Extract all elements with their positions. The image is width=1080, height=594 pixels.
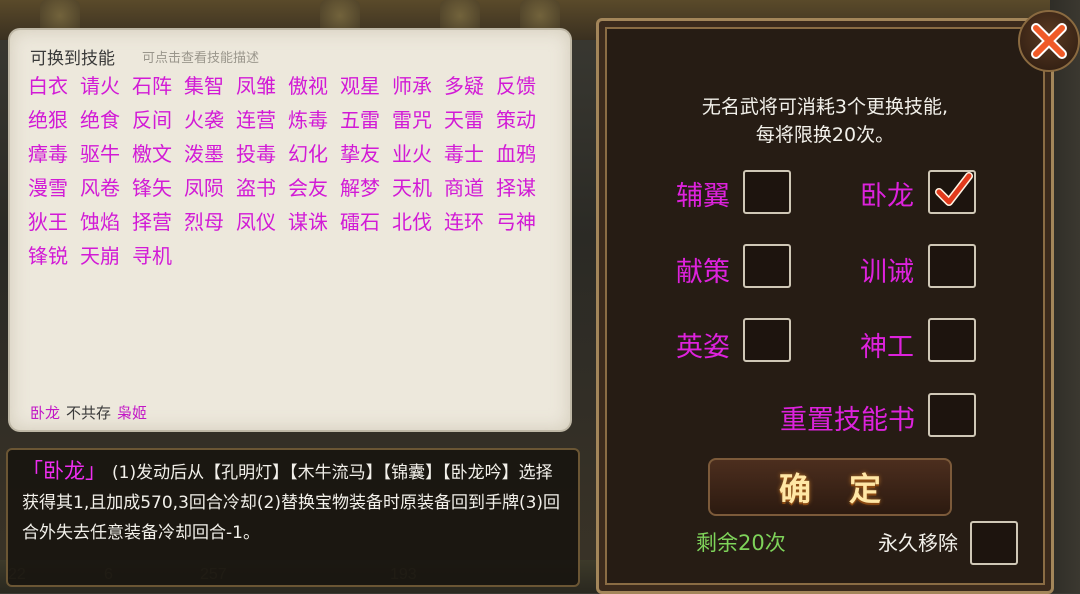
skill-item[interactable]: 绝狠 — [28, 106, 80, 134]
skill-item[interactable]: 挚友 — [340, 140, 392, 168]
option-label-yingzi[interactable]: 英姿 — [676, 325, 730, 364]
skill-item[interactable]: 业火 — [392, 140, 444, 168]
skill-item[interactable]: 请火 — [80, 72, 132, 100]
skill-item[interactable]: 策动 — [496, 106, 548, 134]
skill-item[interactable]: 投毒 — [236, 140, 288, 168]
skill-item[interactable]: 幻化 — [288, 140, 340, 168]
option-checkbox-reset-skillbook[interactable] — [928, 393, 976, 437]
skill-description: 「卧龙」 (1)发动后从【孔明灯】【木牛流马】【锦囊】【卧龙吟】选择获得其1,且加… — [22, 456, 566, 548]
skill-item[interactable]: 瘴毒 — [28, 140, 80, 168]
skill-item[interactable]: 烈母 — [184, 208, 236, 236]
skill-item[interactable]: 天机 — [392, 174, 444, 202]
conflict-relation: 不共存 — [66, 404, 112, 422]
skill-item[interactable]: 师承 — [392, 72, 444, 100]
skill-item[interactable]: 漫雪 — [28, 174, 80, 202]
option-label-wolong[interactable]: 卧龙 — [860, 174, 914, 213]
skill-item[interactable]: 雷咒 — [392, 106, 444, 134]
option-checkbox-xiance[interactable] — [743, 244, 791, 288]
skill-item[interactable]: 风卷 — [80, 174, 132, 202]
skill-list-panel: 可换到技能 可点击查看技能描述 白衣 请火 石阵 集智 凤雏 傲视 观星 师承 多疑 反馈绝狠 绝食… — [10, 30, 570, 430]
skill-item[interactable]: 谋诛 — [288, 208, 340, 236]
skill-item[interactable]: 锋锐 — [28, 242, 80, 270]
skill-item[interactable]: 连环 — [444, 208, 496, 236]
skill-item[interactable]: 择营 — [132, 208, 184, 236]
skill-item[interactable]: 泼墨 — [184, 140, 236, 168]
exchange-info-line2: 每将限换20次。 — [755, 124, 895, 146]
skill-description-panel: 「卧龙」 (1)发动后从【孔明灯】【木牛流马】【锦囊】【卧龙吟】选择获得其1,且加… — [6, 448, 580, 587]
skill-item[interactable]: 寻机 — [132, 242, 184, 270]
skill-item[interactable]: 反间 — [132, 106, 184, 134]
option-checkbox-fuyi[interactable] — [743, 170, 791, 214]
skill-item[interactable]: 择谋 — [496, 174, 548, 202]
skill-item[interactable]: 炼毒 — [288, 106, 340, 134]
conflict-skill-b: 枭姬 — [117, 404, 148, 422]
option-label-shengong[interactable]: 神工 — [860, 325, 914, 364]
skill-item[interactable]: 檄文 — [132, 140, 184, 168]
option-checkbox-shengong[interactable] — [928, 318, 976, 362]
skill-grid: 白衣 请火 石阵 集智 凤雏 傲视 观星 师承 多疑 反馈绝狠 绝食 反间 火袭 连营 炼毒 五雷 雷咒 天雷 策动… — [28, 72, 568, 270]
skill-item[interactable]: 观星 — [340, 72, 392, 100]
option-label-xunjie[interactable]: 训诫 — [860, 250, 914, 289]
skill-item[interactable]: 凤仪 — [236, 208, 288, 236]
remaining-count: 剩余20次 — [696, 531, 786, 555]
panel-title: 可换到技能 — [30, 49, 115, 69]
option-label-xiance[interactable]: 献策 — [676, 250, 730, 289]
skill-item[interactable]: 解梦 — [340, 174, 392, 202]
option-checkbox-xunjie[interactable] — [928, 244, 976, 288]
skill-item[interactable]: 集智 — [184, 72, 236, 100]
check-icon — [935, 172, 973, 206]
confirm-button-label: 确定 — [778, 470, 919, 508]
skill-item[interactable]: 蚀焰 — [80, 208, 132, 236]
skill-item[interactable]: 凤雏 — [236, 72, 288, 100]
skill-item[interactable]: 连营 — [236, 106, 288, 134]
skill-item[interactable]: 北伐 — [392, 208, 444, 236]
skill-item[interactable]: 多疑 — [444, 72, 496, 100]
skill-item[interactable]: 五雷 — [340, 106, 392, 134]
skill-item[interactable]: 毒士 — [444, 140, 496, 168]
background-right-edge — [1050, 0, 1080, 593]
option-checkbox-yingzi[interactable] — [743, 318, 791, 362]
option-label-reset-skillbook[interactable]: 重置技能书 — [780, 398, 915, 437]
skill-item[interactable]: 锋矢 — [132, 174, 184, 202]
skill-item[interactable]: 会友 — [288, 174, 340, 202]
skill-item[interactable]: 狄王 — [28, 208, 80, 236]
skill-item[interactable]: 白衣 — [28, 72, 80, 100]
skill-conflict-note: 卧龙 不共存 枭姬 — [30, 402, 147, 423]
close-button[interactable] — [1018, 10, 1080, 72]
permanent-remove-checkbox[interactable] — [970, 521, 1018, 565]
skill-item[interactable]: 商道 — [444, 174, 496, 202]
exchange-info-line1: 无名武将可消耗3个更换技能, — [701, 96, 949, 118]
skill-item[interactable]: 盗书 — [236, 174, 288, 202]
skill-item[interactable]: 弓神 — [496, 208, 548, 236]
skill-item[interactable]: 天雷 — [444, 106, 496, 134]
skill-item[interactable]: 血鸦 — [496, 140, 548, 168]
conflict-skill-a: 卧龙 — [30, 404, 61, 422]
skill-item[interactable]: 驱牛 — [80, 140, 132, 168]
skill-item[interactable]: 绝食 — [80, 106, 132, 134]
skill-item[interactable]: 反馈 — [496, 72, 548, 100]
skill-item[interactable]: 傲视 — [288, 72, 340, 100]
option-checkbox-wolong[interactable] — [928, 170, 976, 214]
skill-description-name: 「卧龙」 — [22, 459, 106, 483]
skill-item[interactable]: 天崩 — [80, 242, 132, 270]
skill-item[interactable]: 凤陨 — [184, 174, 236, 202]
close-x-icon — [1031, 23, 1067, 59]
option-label-fuyi[interactable]: 辅翼 — [676, 174, 730, 213]
skill-item[interactable]: 火袭 — [184, 106, 236, 134]
panel-hint: 可点击查看技能描述 — [142, 51, 260, 66]
skill-item[interactable]: 礌石 — [340, 208, 392, 236]
skill-item[interactable]: 石阵 — [132, 72, 184, 100]
confirm-button[interactable]: 确定 — [708, 458, 952, 516]
permanent-remove-label[interactable]: 永久移除 — [878, 527, 958, 556]
exchange-info: 无名武将可消耗3个更换技能, 每将限换20次。 — [599, 93, 1051, 149]
